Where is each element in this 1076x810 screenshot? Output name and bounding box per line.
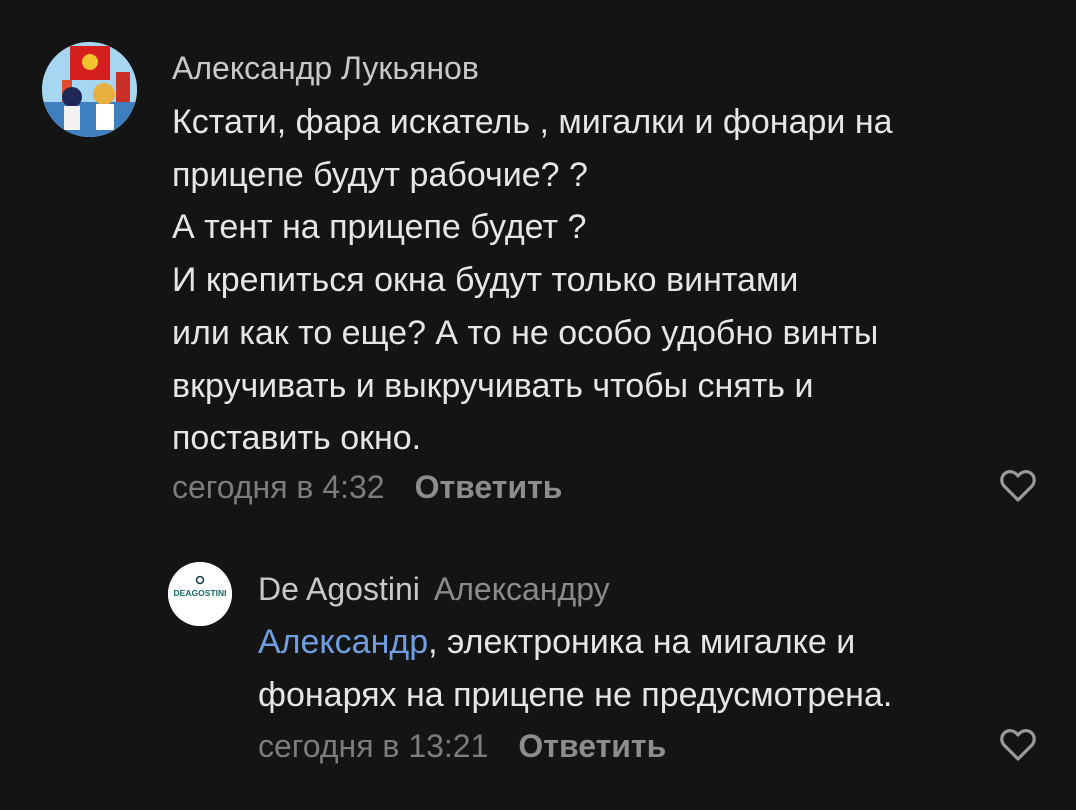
comment-line: прицепе будут рабочие? ? <box>172 155 588 194</box>
comment-line: Кстати, фара искатель , мигалки и фонари… <box>172 103 893 141</box>
reply-line-rest: , электроника на мигалке и <box>428 623 856 661</box>
reply-line: фонарях на прицепе не предусмотрена. <box>258 675 893 714</box>
reply-author: De Agostini Александру <box>258 571 610 608</box>
user-avatar[interactable] <box>42 42 137 137</box>
reply-text: Александр, электроника на мигалке и фона… <box>258 616 1038 721</box>
reply-to-name[interactable]: Александру <box>434 571 610 607</box>
mention-link[interactable]: Александр <box>258 623 428 661</box>
reply-line: Александр, электроника на мигалке и <box>258 616 1038 669</box>
comment-meta: сегодня в 4:32 Ответить <box>172 469 562 506</box>
heart-outline-icon[interactable] <box>999 727 1037 763</box>
heart-outline-icon[interactable] <box>999 468 1037 504</box>
comment-line: А тент на прицепе будет ? <box>172 208 587 247</box>
comment-line: поставить окно. <box>172 419 422 458</box>
reply-timestamp: сегодня в 13:21 <box>258 728 489 764</box>
comment-timestamp: сегодня в 4:32 <box>172 469 385 505</box>
comment-line: или как то еще? А то не особо удобно вин… <box>172 313 879 352</box>
comment-line: И крепиться окна будут только винтами <box>172 261 799 300</box>
comment-line: вкручивать и выкручивать чтобы снять и <box>172 366 814 405</box>
reply-button[interactable]: Ответить <box>518 728 666 764</box>
reply-author-name[interactable]: De Agostini <box>258 571 420 607</box>
reply-meta: сегодня в 13:21 Ответить <box>258 728 666 765</box>
logo-text: DEAGOSTINI <box>174 588 227 598</box>
deagostini-avatar[interactable]: DEAGOSTINI <box>168 562 232 626</box>
reply-button[interactable]: Ответить <box>415 469 563 505</box>
comment-text: Кстати, фара искатель , мигалки и фонари… <box>172 96 1032 465</box>
comment-author[interactable]: Александр Лукьянов <box>172 50 479 87</box>
